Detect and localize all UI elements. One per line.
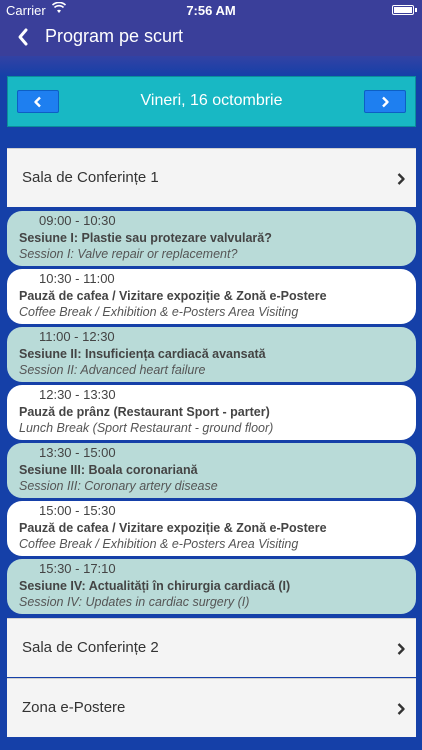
session-time: 09:00 - 10:30 <box>39 213 116 228</box>
session-subtitle: Session II: Advanced heart failure <box>19 363 206 377</box>
session-item[interactable]: 15:30 - 17:10 Sesiune IV: Actualități în… <box>7 559 416 614</box>
session-item[interactable]: 09:00 - 10:30 Sesiune I: Plastie sau pro… <box>7 211 416 266</box>
session-item[interactable]: 13:30 - 15:00 Sesiune III: Boala coronar… <box>7 443 416 498</box>
chevron-right-icon <box>382 96 389 107</box>
battery-icon <box>392 5 417 15</box>
session-title: Sesiune II: Insuficiența cardiacă avansa… <box>19 347 266 361</box>
status-time: 7:56 AM <box>186 3 236 18</box>
page-title: Program pe scurt <box>45 26 184 46</box>
session-item[interactable]: 15:00 - 15:30 Pauză de cafea / Vizitare … <box>7 501 416 556</box>
room-row-sala-2[interactable]: Sala de Conferințe 2 <box>7 618 416 677</box>
session-subtitle: Session I: Valve repair or replacement? <box>19 247 238 261</box>
session-title: Sesiune III: Boala coronariană <box>19 463 198 477</box>
room-label: Sala de Conferințe 2 <box>22 639 159 656</box>
session-subtitle: Session III: Coronary artery disease <box>19 479 218 493</box>
session-subtitle: Coffee Break / Exhibition & e-Posters Ar… <box>19 537 299 551</box>
session-title: Sesiune I: Plastie sau protezare valvula… <box>19 231 272 245</box>
session-time: 11:00 - 12:30 <box>39 329 115 344</box>
day-selector: Vineri, 16 octombrie <box>7 76 416 127</box>
current-day-label: Vineri, 16 octombrie <box>140 92 283 109</box>
session-time: 15:30 - 17:10 <box>39 561 116 576</box>
next-day-button[interactable] <box>364 90 406 113</box>
room-label: Sala de Conferințe 1 <box>22 169 159 186</box>
header-shadow <box>0 56 422 76</box>
chevron-right-icon <box>397 643 405 655</box>
chevron-right-icon <box>397 703 405 715</box>
session-item[interactable]: 11:00 - 12:30 Sesiune II: Insuficiența c… <box>7 327 416 382</box>
room-label: Zona e-Postere <box>22 699 126 716</box>
nav-bar: Program pe scurt <box>0 20 422 56</box>
session-subtitle: Session IV: Updates in cardiac surgery (… <box>19 595 250 609</box>
session-item[interactable]: 10:30 - 11:00 Pauză de cafea / Vizitare … <box>7 269 416 324</box>
session-time: 10:30 - 11:00 <box>39 271 115 286</box>
session-time: 12:30 - 13:30 <box>39 387 116 402</box>
room-row-sala-1[interactable]: Sala de Conferințe 1 <box>7 148 416 207</box>
session-title: Sesiune IV: Actualități în chirurgia car… <box>19 579 291 593</box>
session-time: 15:00 - 15:30 <box>39 503 116 518</box>
session-title: Pauză de cafea / Vizitare expoziție & Zo… <box>19 289 327 303</box>
session-subtitle: Lunch Break (Sport Restaurant - ground f… <box>19 421 274 435</box>
session-time: 13:30 - 15:00 <box>39 445 116 460</box>
chevron-right-icon <box>397 173 405 185</box>
session-subtitle: Coffee Break / Exhibition & e-Posters Ar… <box>19 305 299 319</box>
room-row-e-postere[interactable]: Zona e-Postere <box>7 678 416 737</box>
session-item[interactable]: 12:30 - 13:30 Pauză de prânz (Restaurant… <box>7 385 416 440</box>
session-title: Pauză de prânz (Restaurant Sport - parte… <box>19 405 270 419</box>
session-title: Pauză de cafea / Vizitare expoziție & Zo… <box>19 521 327 535</box>
back-icon[interactable] <box>12 24 34 50</box>
status-bar: Carrier 7:56 AM <box>0 0 422 20</box>
